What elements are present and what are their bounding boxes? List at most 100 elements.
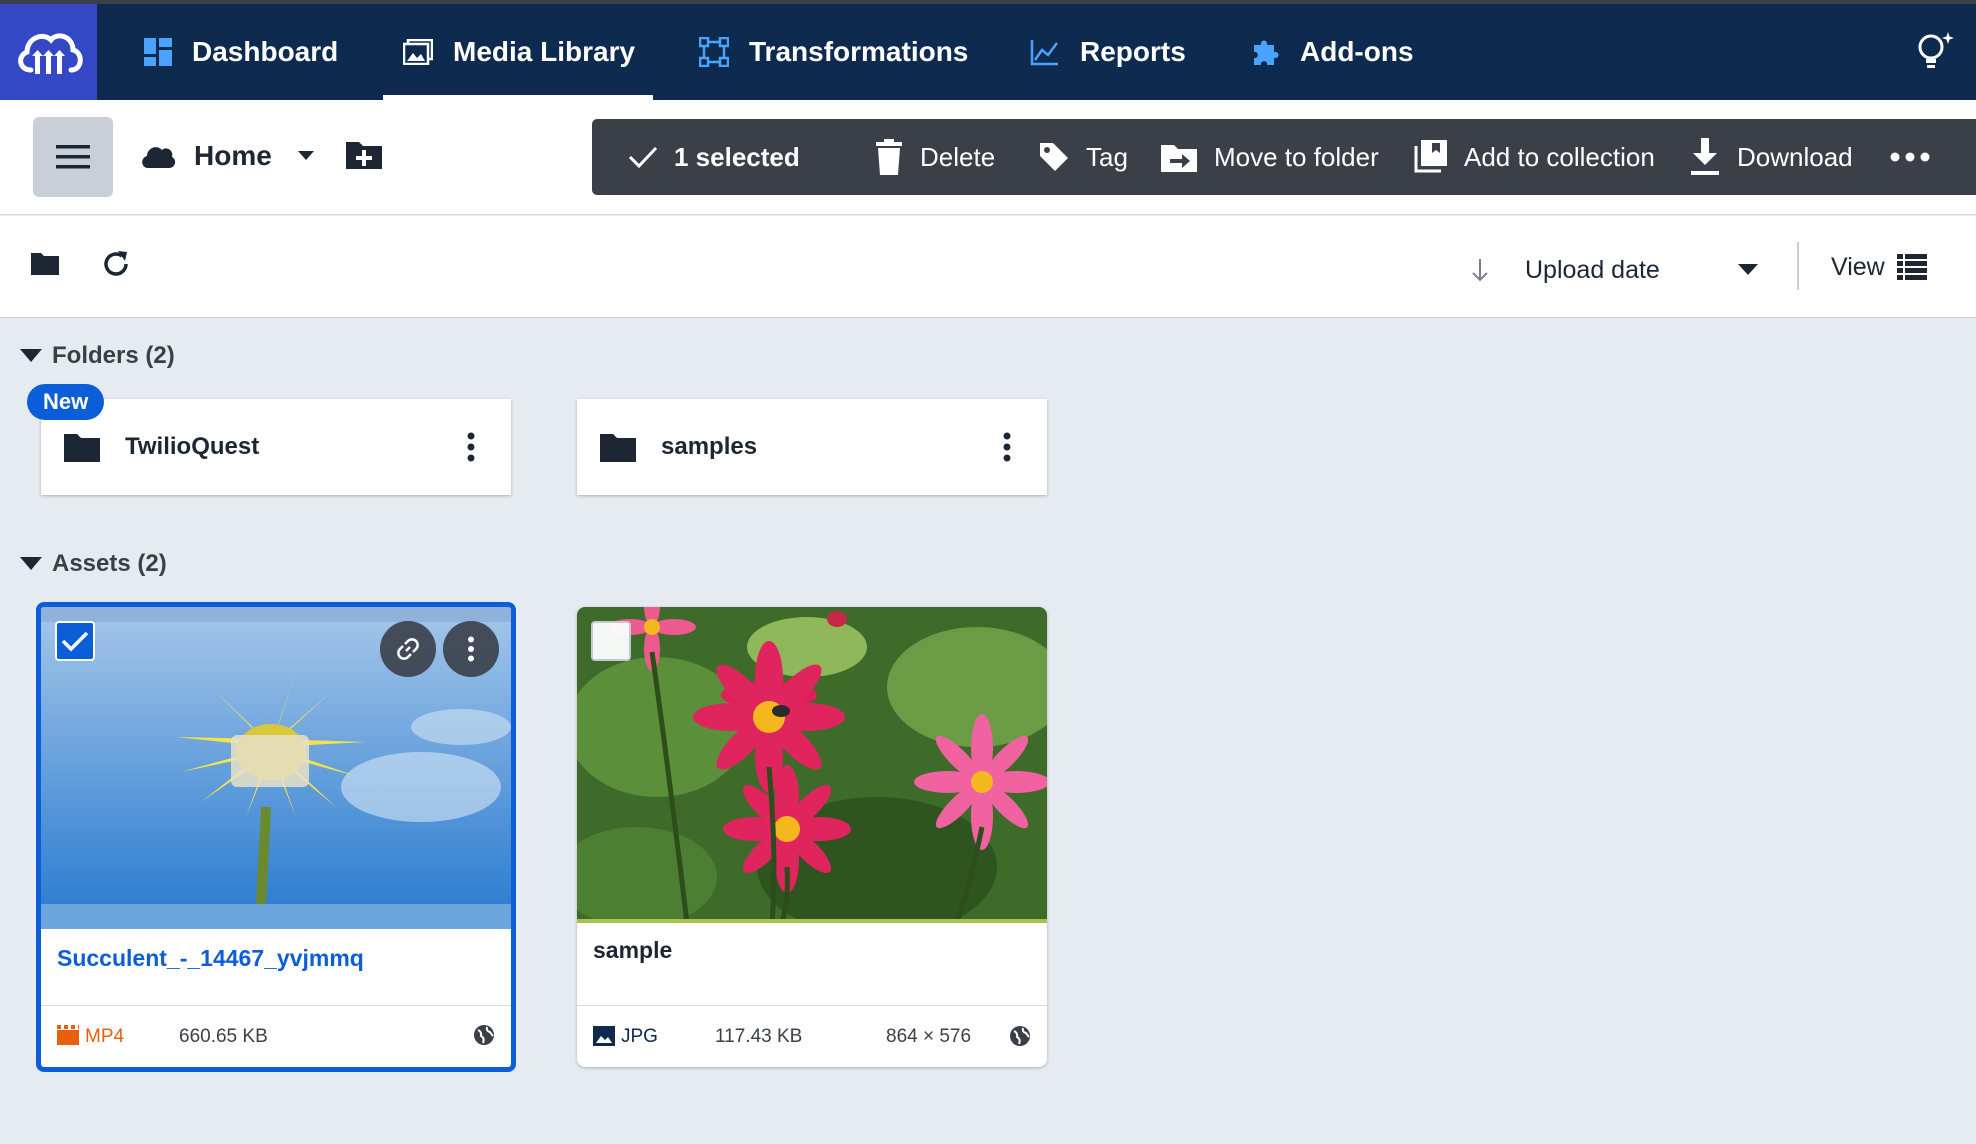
- assets-section-toggle[interactable]: Assets (2): [20, 550, 167, 578]
- asset-format: JPG: [621, 1026, 658, 1047]
- list-view-icon[interactable]: [1897, 254, 1927, 285]
- move-to-folder-button[interactable]: Move to folder: [1160, 119, 1379, 195]
- asset-thumbnail: [577, 607, 1047, 923]
- nav-add-ons[interactable]: Add-ons: [1250, 4, 1414, 100]
- puzzle-icon: [1250, 37, 1280, 67]
- asset-select-checkbox[interactable]: [55, 621, 95, 661]
- nav-media-library-label: Media Library: [453, 36, 636, 67]
- dashboard-icon: [144, 38, 172, 66]
- download-button[interactable]: Download: [1689, 119, 1853, 195]
- nav-reports[interactable]: Reports: [1030, 4, 1186, 100]
- collection-icon: [1412, 139, 1448, 175]
- media-library-icon: [403, 39, 433, 65]
- menu-toggle-button[interactable]: [33, 117, 113, 197]
- reports-icon: [1030, 38, 1060, 66]
- folder-icon: [63, 431, 101, 463]
- copy-link-button[interactable]: [380, 621, 436, 677]
- new-folder-button[interactable]: [345, 138, 383, 175]
- tag-button[interactable]: Tag: [1038, 119, 1128, 195]
- checkmark-icon: [61, 631, 89, 652]
- kebab-menu-icon: [468, 636, 474, 662]
- arrow-down-icon: [1472, 259, 1488, 282]
- sort-by-select[interactable]: Upload date: [1525, 256, 1660, 285]
- folder-name: TwilioQuest: [125, 433, 260, 460]
- delete-label: Delete: [920, 141, 996, 172]
- caret-down-icon: [20, 557, 42, 571]
- refresh-button[interactable]: [100, 248, 132, 285]
- caret-down-icon: [20, 349, 42, 363]
- folders-section-toggle[interactable]: Folders (2): [20, 342, 175, 370]
- asset-menu-button[interactable]: [443, 621, 499, 677]
- new-badge: New: [27, 384, 105, 420]
- add-to-collection-label: Add to collection: [1464, 141, 1655, 172]
- delete-button[interactable]: Delete: [874, 119, 995, 195]
- nav-transformations[interactable]: Transformations: [699, 4, 968, 100]
- download-label: Download: [1737, 141, 1853, 172]
- cloudinary-logo[interactable]: [0, 4, 97, 100]
- folder-card-samples[interactable]: samples: [577, 399, 1047, 495]
- folder-icon: [599, 431, 637, 463]
- asset-dimensions: 864 × 576: [886, 1026, 972, 1047]
- asset-name[interactable]: sample: [593, 937, 672, 964]
- asset-size: 660.65 KB: [179, 1026, 268, 1047]
- nav-add-ons-label: Add-ons: [1300, 36, 1414, 67]
- library-toolbar: Home 1 selected Delete Tag Move to folde…: [0, 100, 1976, 215]
- folder-move-icon: [1160, 141, 1198, 173]
- refresh-icon: [104, 251, 128, 276]
- folder-icon: [31, 253, 59, 275]
- assets-heading: Assets (2): [52, 550, 167, 577]
- nav-reports-label: Reports: [1080, 36, 1186, 67]
- asset-name[interactable]: Succulent_-_14467_yvjmmq: [57, 945, 364, 972]
- more-horizontal-icon: [1890, 152, 1930, 162]
- asset-card-sample[interactable]: sample JPG 117.43 KB 864 × 576: [577, 607, 1047, 1067]
- checkmark-icon: [628, 145, 658, 169]
- link-icon: [397, 638, 419, 660]
- globe-icon: [473, 1024, 495, 1052]
- asset-select-checkbox[interactable]: [591, 621, 631, 661]
- folder-tree-button[interactable]: [30, 250, 60, 281]
- folder-card-twilioquest[interactable]: TwilioQuest: [41, 399, 511, 495]
- nav-transformations-label: Transformations: [749, 36, 969, 67]
- sort-direction-button[interactable]: [1470, 258, 1490, 287]
- more-actions-button[interactable]: [1890, 119, 1930, 195]
- chevron-down-icon[interactable]: [1738, 263, 1758, 281]
- globe-icon: [1009, 1025, 1031, 1053]
- nav-media-library[interactable]: Media Library: [382, 4, 654, 100]
- asset-size: 117.43 KB: [715, 1026, 803, 1047]
- asset-meta: MP4 660.65 KB: [41, 1005, 511, 1067]
- nav-dashboard-label: Dashboard: [192, 36, 339, 67]
- chevron-down-icon: [297, 151, 314, 161]
- move-to-folder-label: Move to folder: [1214, 141, 1379, 172]
- tag-icon: [1038, 141, 1070, 173]
- view-toolbar: Upload date View: [0, 216, 1976, 318]
- trash-icon: [874, 139, 904, 175]
- folders-heading: Folders (2): [52, 342, 175, 369]
- home-folder-selector[interactable]: Home: [140, 140, 314, 172]
- lightbulb-icon[interactable]: [1914, 30, 1956, 77]
- folder-plus-icon: [346, 142, 382, 169]
- folder-name: samples: [661, 433, 758, 460]
- download-icon: [1689, 138, 1721, 176]
- add-to-collection-button[interactable]: Add to collection: [1412, 119, 1655, 195]
- toolbar-divider: [1797, 242, 1799, 290]
- cloud-logo-icon: [17, 33, 83, 74]
- selected-count[interactable]: 1 selected: [628, 119, 800, 195]
- selection-action-bar: 1 selected Delete Tag Move to folder Add…: [592, 119, 1976, 195]
- tag-label: Tag: [1086, 141, 1128, 172]
- transformations-icon: [699, 37, 729, 67]
- nav-dashboard[interactable]: Dashboard: [144, 4, 338, 100]
- asset-meta: JPG 117.43 KB 864 × 576: [577, 1005, 1047, 1067]
- image-icon: [593, 1026, 615, 1052]
- video-thumbnail-image: [41, 607, 511, 929]
- hamburger-icon: [56, 145, 90, 169]
- top-navigation: Dashboard Media Library Transformations …: [0, 0, 1976, 100]
- cloud-icon: [140, 144, 176, 168]
- asset-card-succulent[interactable]: Succulent_-_14467_yvjmmq MP4 660.65 KB: [36, 602, 516, 1072]
- kebab-menu-icon[interactable]: [467, 432, 475, 462]
- flower-image: [577, 607, 1047, 923]
- view-label[interactable]: View: [1831, 253, 1885, 282]
- kebab-menu-icon[interactable]: [1003, 432, 1011, 462]
- home-label: Home: [194, 140, 272, 171]
- asset-thumbnail: [41, 607, 511, 929]
- selected-count-label: 1 selected: [674, 141, 800, 172]
